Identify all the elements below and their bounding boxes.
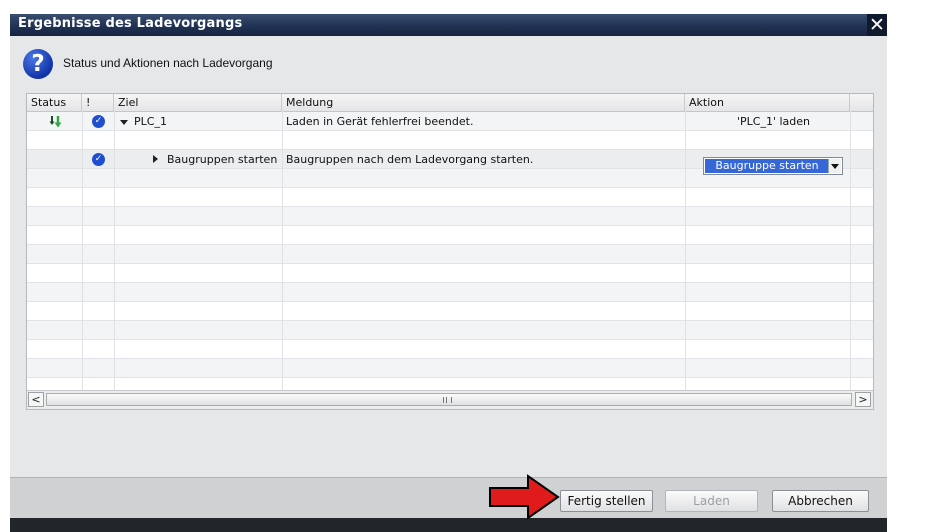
empty-row [27, 340, 873, 359]
empty-row [27, 302, 873, 321]
empty-row [27, 283, 873, 302]
grip-icon [443, 397, 452, 403]
scroll-thumb[interactable] [46, 393, 852, 406]
checkmark-circle-icon: ✓ [92, 115, 105, 128]
close-icon[interactable]: ✕ [867, 14, 887, 36]
chevron-down-icon[interactable] [828, 159, 841, 173]
red-arrow-icon [489, 474, 560, 520]
dialog-header: ? Status und Aktionen nach Ladevorgang [10, 36, 887, 92]
column-header-action[interactable]: Aktion [685, 94, 850, 111]
row-target: PLC_1 [134, 115, 167, 128]
question-icon: ? [23, 49, 53, 79]
column-header-status[interactable]: Status [27, 94, 82, 111]
column-divider [685, 111, 686, 409]
table-row-spacer [27, 131, 873, 150]
scroll-left-button[interactable]: < [28, 392, 44, 407]
row-message: Baugruppen nach dem Ladevorgang starten. [286, 153, 534, 166]
table-header: Status ! Ziel Meldung Aktion [27, 94, 873, 112]
column-header-filler [850, 94, 873, 111]
column-divider [114, 111, 115, 409]
column-divider [850, 111, 851, 409]
download-arrows-icon [49, 116, 62, 128]
load-results-dialog: Ergebnisse des Ladevorgangs ✕ ? Status u… [10, 14, 887, 532]
cancel-button[interactable]: Abbrechen [772, 490, 869, 512]
column-header-flag[interactable]: ! [82, 94, 114, 111]
checkmark-circle-icon: ✓ [92, 153, 105, 166]
column-divider [82, 111, 83, 409]
horizontal-scrollbar[interactable]: < > [27, 390, 873, 409]
empty-row [27, 207, 873, 226]
finish-button[interactable]: Fertig stellen [560, 490, 653, 512]
dialog-subtitle: Status und Aktionen nach Ladevorgang [63, 56, 273, 70]
column-divider [282, 111, 283, 409]
empty-row [27, 245, 873, 264]
column-header-target[interactable]: Ziel [114, 94, 282, 111]
row-action: 'PLC_1' laden [737, 115, 811, 128]
action-dropdown-value[interactable]: Baugruppe starten [705, 159, 829, 173]
empty-row [27, 188, 873, 207]
empty-row [27, 226, 873, 245]
scroll-right-button[interactable]: > [855, 392, 871, 407]
empty-row [27, 264, 873, 283]
row-target: Baugruppen starten [167, 153, 278, 166]
dialog-title: Ergebnisse des Ladevorgangs [18, 16, 243, 31]
results-table: Status ! Ziel Meldung Aktion ✓ PLC_1 Lad… [26, 93, 874, 410]
column-header-message[interactable]: Meldung [282, 94, 685, 111]
action-dropdown[interactable]: Baugruppe starten [703, 157, 843, 175]
row-message: Laden in Gerät fehlerfrei beendet. [286, 115, 474, 128]
empty-row [27, 321, 873, 340]
expand-triangle-icon[interactable] [153, 155, 158, 163]
collapse-triangle-icon[interactable] [120, 120, 128, 125]
load-button[interactable]: Laden [665, 490, 758, 512]
empty-row [27, 359, 873, 378]
window-bottom-edge [10, 518, 887, 532]
title-bar: Ergebnisse des Ladevorgangs ✕ [10, 14, 887, 36]
